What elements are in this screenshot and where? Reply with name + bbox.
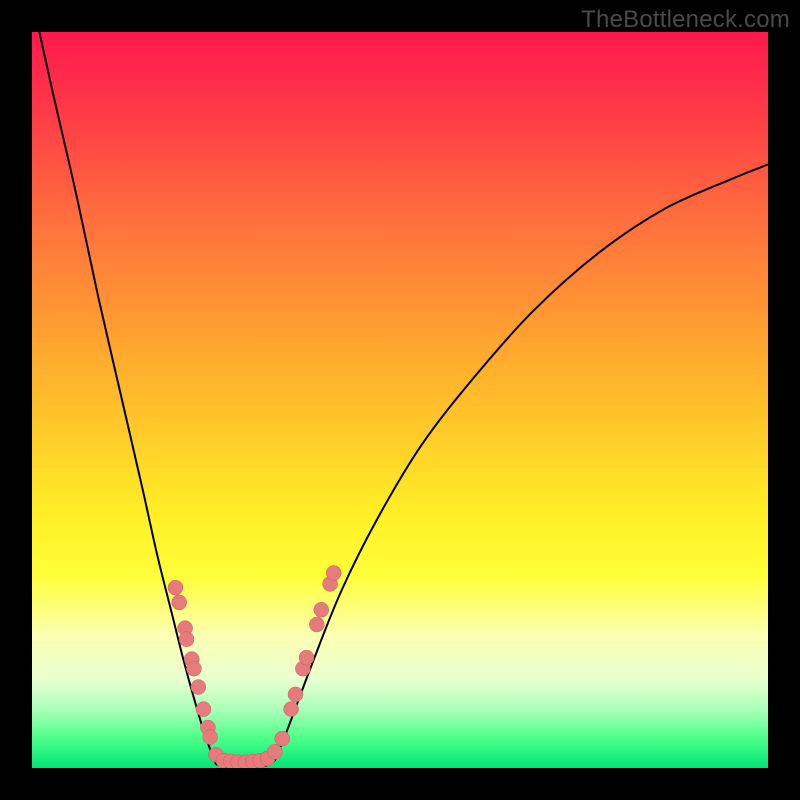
marker-group — [168, 565, 341, 768]
data-marker — [168, 580, 183, 595]
data-marker — [309, 617, 324, 632]
data-marker — [275, 731, 290, 746]
data-marker — [191, 680, 206, 695]
data-marker — [284, 702, 299, 717]
data-marker — [314, 602, 329, 617]
chart-svg — [32, 32, 768, 768]
data-marker — [196, 702, 211, 717]
data-marker — [267, 744, 282, 759]
data-marker — [326, 565, 341, 580]
data-marker — [299, 650, 314, 665]
data-marker — [186, 661, 201, 676]
data-marker — [179, 632, 194, 647]
plot-area — [32, 32, 768, 768]
data-marker — [203, 730, 218, 745]
watermark-text: TheBottleneck.com — [581, 6, 790, 34]
data-marker — [288, 687, 303, 702]
data-marker — [172, 595, 187, 610]
chart-frame: TheBottleneck.com — [0, 0, 800, 800]
curve-right-branch — [275, 164, 768, 760]
